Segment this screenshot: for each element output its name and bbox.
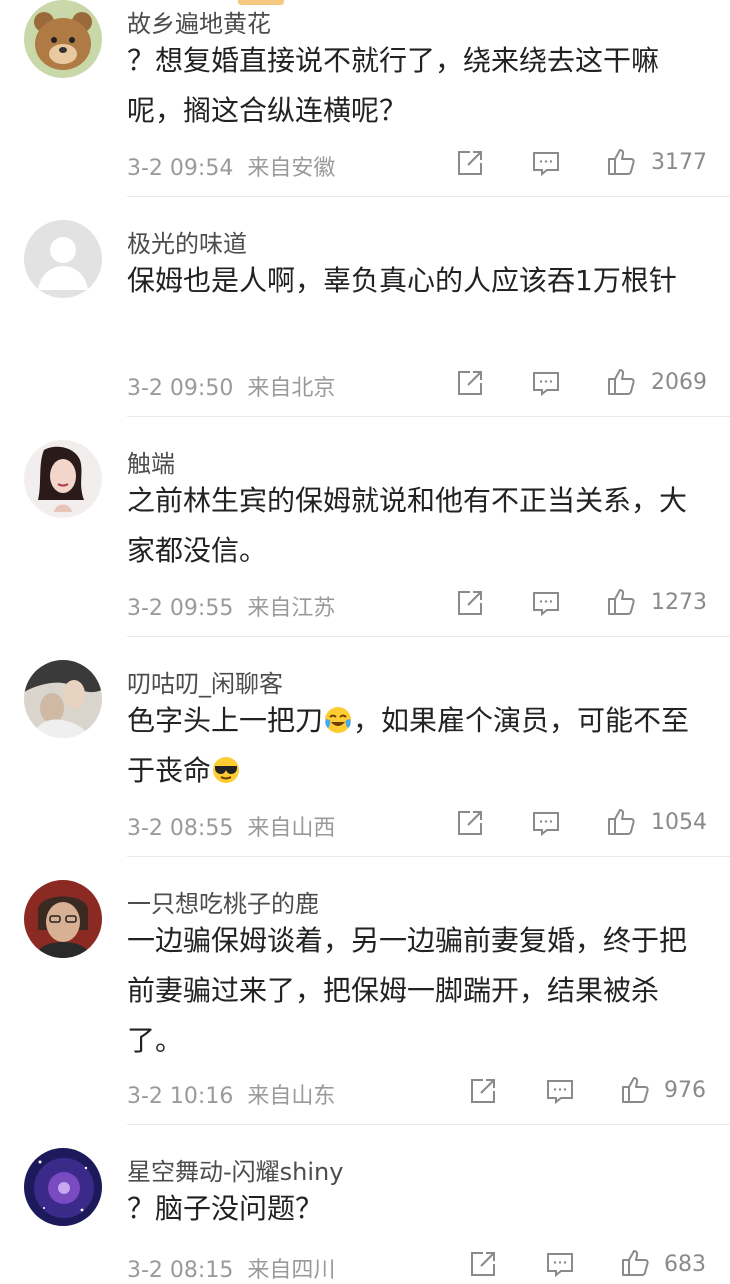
comment-item: 极光的味道 保姆也是人啊，辜负真心的人应该吞1万根针 3-2 09:50 来自北…: [0, 220, 730, 416]
username[interactable]: 叨咕叨_闲聊客: [127, 664, 283, 699]
username[interactable]: 一只想吃桃子的鹿: [127, 884, 319, 919]
comment-location: 来自安徽: [247, 156, 336, 181]
comment-text: 之前林生宾的保姆就说和他有不正当关系，大家都没信。: [127, 484, 688, 567]
comment-item: 一只想吃桃子的鹿 一边骗保姆谈着，另一边骗前妻复婚，终于把前妻骗过来了，把保姆一…: [0, 880, 730, 1124]
username[interactable]: 极光的味道: [127, 224, 247, 259]
comment-meta: 3-2 09:50 来自北京: [127, 370, 335, 402]
like-icon[interactable]: [620, 1073, 652, 1105]
comment-location: 来自北京: [247, 376, 336, 401]
like-count: 976: [664, 1078, 706, 1103]
comment-item: 叨咕叨_闲聊客 色字头上一把刀 ，如果雇个演员，可能不至于丧命 3-2 08:55…: [0, 660, 730, 856]
comment-icon[interactable]: [544, 1248, 576, 1280]
like-count: 683: [664, 1252, 706, 1277]
comment-time: 3-2 10:16: [127, 1084, 234, 1109]
comment-meta: 3-2 09:55 来自江苏: [127, 590, 335, 622]
comment-text: 色字头上一把刀 ，如果雇个演员，可能不至于丧命: [127, 696, 712, 796]
repost-icon[interactable]: [454, 807, 486, 839]
comment-time: 3-2 09:54: [127, 156, 234, 181]
like-count: 1273: [651, 590, 707, 615]
repost-icon[interactable]: [454, 147, 486, 179]
sunglasses-emoji: [211, 751, 241, 783]
avatar[interactable]: [24, 660, 102, 738]
username[interactable]: 故乡遍地黄花: [127, 4, 271, 39]
avatar[interactable]: [24, 440, 102, 518]
comment-meta: 3-2 08:15 来自四川: [127, 1252, 335, 1284]
divider: [127, 856, 730, 857]
repost-icon[interactable]: [454, 367, 486, 399]
username[interactable]: 星空舞动-闪耀shiny: [127, 1152, 343, 1187]
repost-icon[interactable]: [467, 1075, 499, 1107]
laugh-cry-emoji: [323, 701, 353, 733]
comment-text: ？想复婚直接说不就行了，绕来绕去这干嘛呢，搁这合纵连横呢？: [127, 44, 660, 127]
comment-time: 3-2 09:55: [127, 596, 234, 621]
like-icon[interactable]: [606, 145, 638, 177]
comment-text: 一边骗保姆谈着，另一边骗前妻复婚，终于把前妻骗过来了，把保姆一脚踹开，结果被杀了…: [127, 924, 688, 1057]
divider: [127, 196, 730, 197]
comment-icon[interactable]: [530, 367, 562, 399]
comment-icon[interactable]: [530, 587, 562, 619]
divider: [127, 416, 730, 417]
comment-icon[interactable]: [530, 147, 562, 179]
comment-location: 来自四川: [247, 1258, 336, 1283]
comment-location: 来自山东: [247, 1084, 336, 1109]
avatar[interactable]: [24, 1148, 102, 1226]
like-icon[interactable]: [606, 365, 638, 397]
divider: [127, 1124, 730, 1125]
like-count: 3177: [651, 150, 707, 175]
comment-text-part: 色字头上一把刀: [127, 704, 324, 737]
comment-time: 3-2 09:50: [127, 376, 234, 401]
like-count: 1054: [651, 810, 707, 835]
comment-item: 故乡遍地黄花 ？想复婚直接说不就行了，绕来绕去这干嘛呢，搁这合纵连横呢？ 3-2…: [0, 0, 730, 196]
comment-time: 3-2 08:15: [127, 1258, 234, 1283]
comment-text: 保姆也是人啊，辜负真心的人应该吞1万根针: [127, 264, 677, 297]
repost-icon[interactable]: [454, 587, 486, 619]
avatar[interactable]: [24, 880, 102, 958]
comment-item: 星空舞动-闪耀shiny ？脑子没问题？ 3-2 08:15 来自四川 683: [0, 1148, 730, 1283]
comment-time: 3-2 08:55: [127, 816, 234, 841]
like-icon[interactable]: [606, 805, 638, 837]
divider: [127, 636, 730, 637]
like-count: 2069: [651, 370, 707, 395]
like-icon[interactable]: [606, 585, 638, 617]
repost-icon[interactable]: [467, 1248, 499, 1280]
comment-meta: 3-2 10:16 来自山东: [127, 1078, 335, 1110]
avatar[interactable]: [24, 220, 102, 298]
comment-location: 来自江苏: [247, 596, 336, 621]
like-icon[interactable]: [620, 1246, 652, 1278]
comment-location: 来自山西: [247, 816, 336, 841]
comment-meta: 3-2 08:55 来自山西: [127, 810, 335, 842]
comment-icon[interactable]: [530, 807, 562, 839]
comment-item: 触端 之前林生宾的保姆就说和他有不正当关系，大家都没信。 3-2 09:55 来…: [0, 440, 730, 636]
avatar[interactable]: [24, 0, 102, 78]
comment-icon[interactable]: [544, 1075, 576, 1107]
comment-meta: 3-2 09:54 来自安徽: [127, 150, 335, 182]
comment-text: ？脑子没问题？: [127, 1192, 324, 1225]
username[interactable]: 触端: [127, 444, 175, 479]
